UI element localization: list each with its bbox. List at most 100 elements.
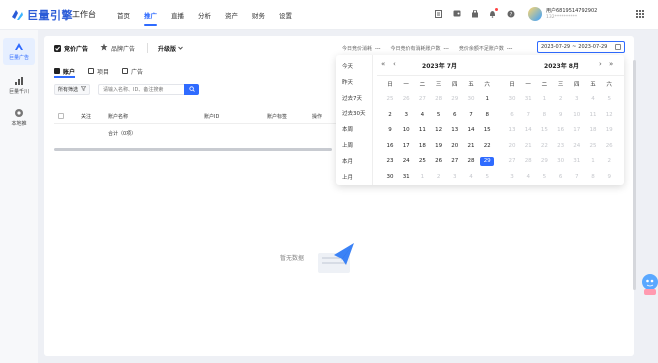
calendar-day[interactable]: 13 [448, 126, 462, 135]
date-shortcut[interactable]: 过去7天 [342, 94, 362, 102]
calendar-day[interactable]: 3 [399, 111, 413, 120]
calendar-day[interactable]: 20 [448, 142, 462, 151]
weekday-label: 二 [541, 82, 548, 88]
calendar-day[interactable]: 27 [448, 157, 462, 166]
filter-icon [80, 86, 87, 93]
calendar-day: 5 [485, 173, 489, 180]
assistant-mascot[interactable] [638, 270, 658, 298]
calendar-day[interactable]: 21 [464, 142, 478, 151]
calendar-day: 5 [607, 96, 611, 102]
calendar-day[interactable]: 29 [480, 157, 495, 166]
wallet-icon[interactable] [452, 9, 461, 18]
weekday-label: 四 [452, 82, 458, 88]
horizontal-scrollbar[interactable] [54, 148, 332, 151]
column-header: 账户标签 [267, 114, 288, 120]
calendar-day[interactable]: 30 [383, 173, 397, 182]
tab-project[interactable]: 项目 [88, 65, 109, 77]
calendar-day[interactable]: 4 [415, 111, 429, 120]
calendar-day: 2 [607, 158, 611, 164]
tab-brand-ads[interactable]: 品牌广告 [100, 43, 135, 53]
date-shortcut[interactable]: 今天 [342, 62, 353, 70]
date-shortcut[interactable]: 上月 [342, 173, 353, 181]
tab-label: 账户 [63, 68, 76, 76]
date-shortcut[interactable]: 本月 [342, 157, 353, 165]
help-icon[interactable]: ? [506, 9, 515, 18]
sidebar-item-local[interactable]: 本地推 [0, 108, 38, 127]
nav-item[interactable]: 推广 [144, 10, 157, 30]
nav-item[interactable]: 财务 [252, 10, 265, 30]
calendar-day[interactable]: 7 [464, 111, 478, 120]
calendar-day[interactable]: 15 [480, 126, 494, 135]
calendar-day: 12 [605, 111, 613, 118]
bell-icon[interactable] [488, 8, 498, 18]
tab-bid-ads[interactable]: 竞价广告 [54, 44, 88, 53]
calendar-day[interactable]: 17 [399, 142, 413, 151]
apps-grid-icon[interactable] [636, 10, 644, 18]
date-range-picker[interactable]: 2023-07-29 ~ 2023-07-29 [537, 41, 625, 53]
calendar-day[interactable]: 25 [415, 157, 429, 166]
calendar-day: 11 [589, 111, 597, 118]
calendar-day[interactable]: 28 [464, 157, 478, 166]
top-nav: 首页 推广 直播 分析 资产 财务 设置 [117, 10, 306, 30]
tab-account[interactable]: 账户 [54, 65, 76, 78]
bag-icon[interactable] [470, 9, 479, 18]
tab-ad[interactable]: 广告 [122, 65, 143, 77]
calendar-day[interactable]: 8 [480, 111, 494, 120]
calendar-day[interactable]: 31 [399, 173, 413, 182]
calendar-july: « ‹ 2023年 7月 日一二三四五六 25 26 27 28 29 30 1 2 3 4 5 6 7 8… [377, 55, 502, 185]
sidebar-item-qianchuan[interactable]: 巨量千川 [0, 76, 38, 95]
date-shortcut[interactable]: 昨天 [342, 78, 353, 86]
nav-item[interactable]: 资产 [225, 10, 238, 30]
filter-dropdown[interactable]: 所有筛选 [54, 84, 90, 95]
logo[interactable]: 巨量引擎 [10, 7, 73, 23]
calendar-day[interactable]: 1 [480, 95, 494, 104]
calendar-day[interactable]: 19 [432, 142, 446, 151]
calendar-day[interactable]: 24 [399, 157, 413, 166]
calendar-day: 5 [542, 173, 547, 180]
calendar-day[interactable]: 16 [383, 142, 397, 151]
sidebar-item-ocean[interactable]: 巨量广告 [3, 38, 35, 65]
level-tabs: 账户 项目 广告 [54, 65, 156, 78]
calendar-day[interactable]: 23 [383, 157, 397, 166]
calendar-day[interactable]: 26 [432, 157, 446, 166]
calendar-day[interactable]: 14 [464, 126, 478, 135]
brand-icon [100, 43, 108, 53]
next-month-icon[interactable]: › [599, 60, 602, 68]
calendar-day[interactable]: 9 [383, 126, 397, 135]
user-phone: 132********** [546, 15, 578, 20]
next-year-icon[interactable]: » [609, 60, 613, 68]
calendar-day[interactable]: 11 [415, 126, 429, 135]
weekday-label: 五 [468, 82, 474, 88]
nav-item[interactable]: 直播 [171, 10, 184, 30]
calendar-day[interactable]: 12 [432, 126, 446, 135]
calendar-day: 25 [386, 96, 394, 102]
calendar-day[interactable]: 6 [448, 111, 462, 120]
search-button[interactable] [184, 84, 199, 95]
calendar-day[interactable]: 22 [480, 142, 494, 151]
calendar-week-row: 20 21 22 23 24 25 26 [505, 142, 620, 152]
stat-active-accounts: 今日竞价有消耗账户数 --- [390, 46, 449, 52]
nav-item[interactable]: 首页 [117, 10, 130, 30]
date-shortcut[interactable]: 本周 [342, 125, 353, 133]
avatar [528, 7, 542, 21]
calendar-day[interactable]: 2 [383, 111, 397, 120]
calendar-day: 28 [435, 96, 443, 102]
doc-icon[interactable] [434, 9, 443, 18]
date-shortcut[interactable]: 过去30天 [342, 109, 366, 117]
user-menu[interactable]: 用户6819514792902 132********** [528, 5, 628, 25]
calendar-august: 2023年 8月 › » 日一二三四五六 30 31 1 2 3 4 5 6 7 8 9 10 11 12 1… [499, 55, 624, 185]
nav-item[interactable]: 设置 [279, 10, 292, 30]
calendar-day[interactable]: 10 [399, 126, 413, 135]
calendar-day[interactable]: 5 [432, 111, 446, 120]
nav-item[interactable]: 分析 [198, 10, 211, 30]
calendar-day[interactable]: 18 [415, 142, 429, 151]
select-all-checkbox[interactable] [58, 113, 64, 119]
chevron-down-icon [178, 45, 183, 52]
search-input[interactable] [98, 84, 184, 95]
vertical-scrollbar[interactable] [633, 60, 636, 290]
calendar-day: 2 [436, 173, 441, 180]
sidebar-item-label: 巨量千川 [8, 89, 29, 95]
upgrade-dropdown[interactable]: 升级版 [158, 44, 183, 53]
date-shortcut[interactable]: 上周 [342, 141, 353, 149]
calendar-week-row: 13 14 15 16 17 18 19 [505, 126, 620, 136]
